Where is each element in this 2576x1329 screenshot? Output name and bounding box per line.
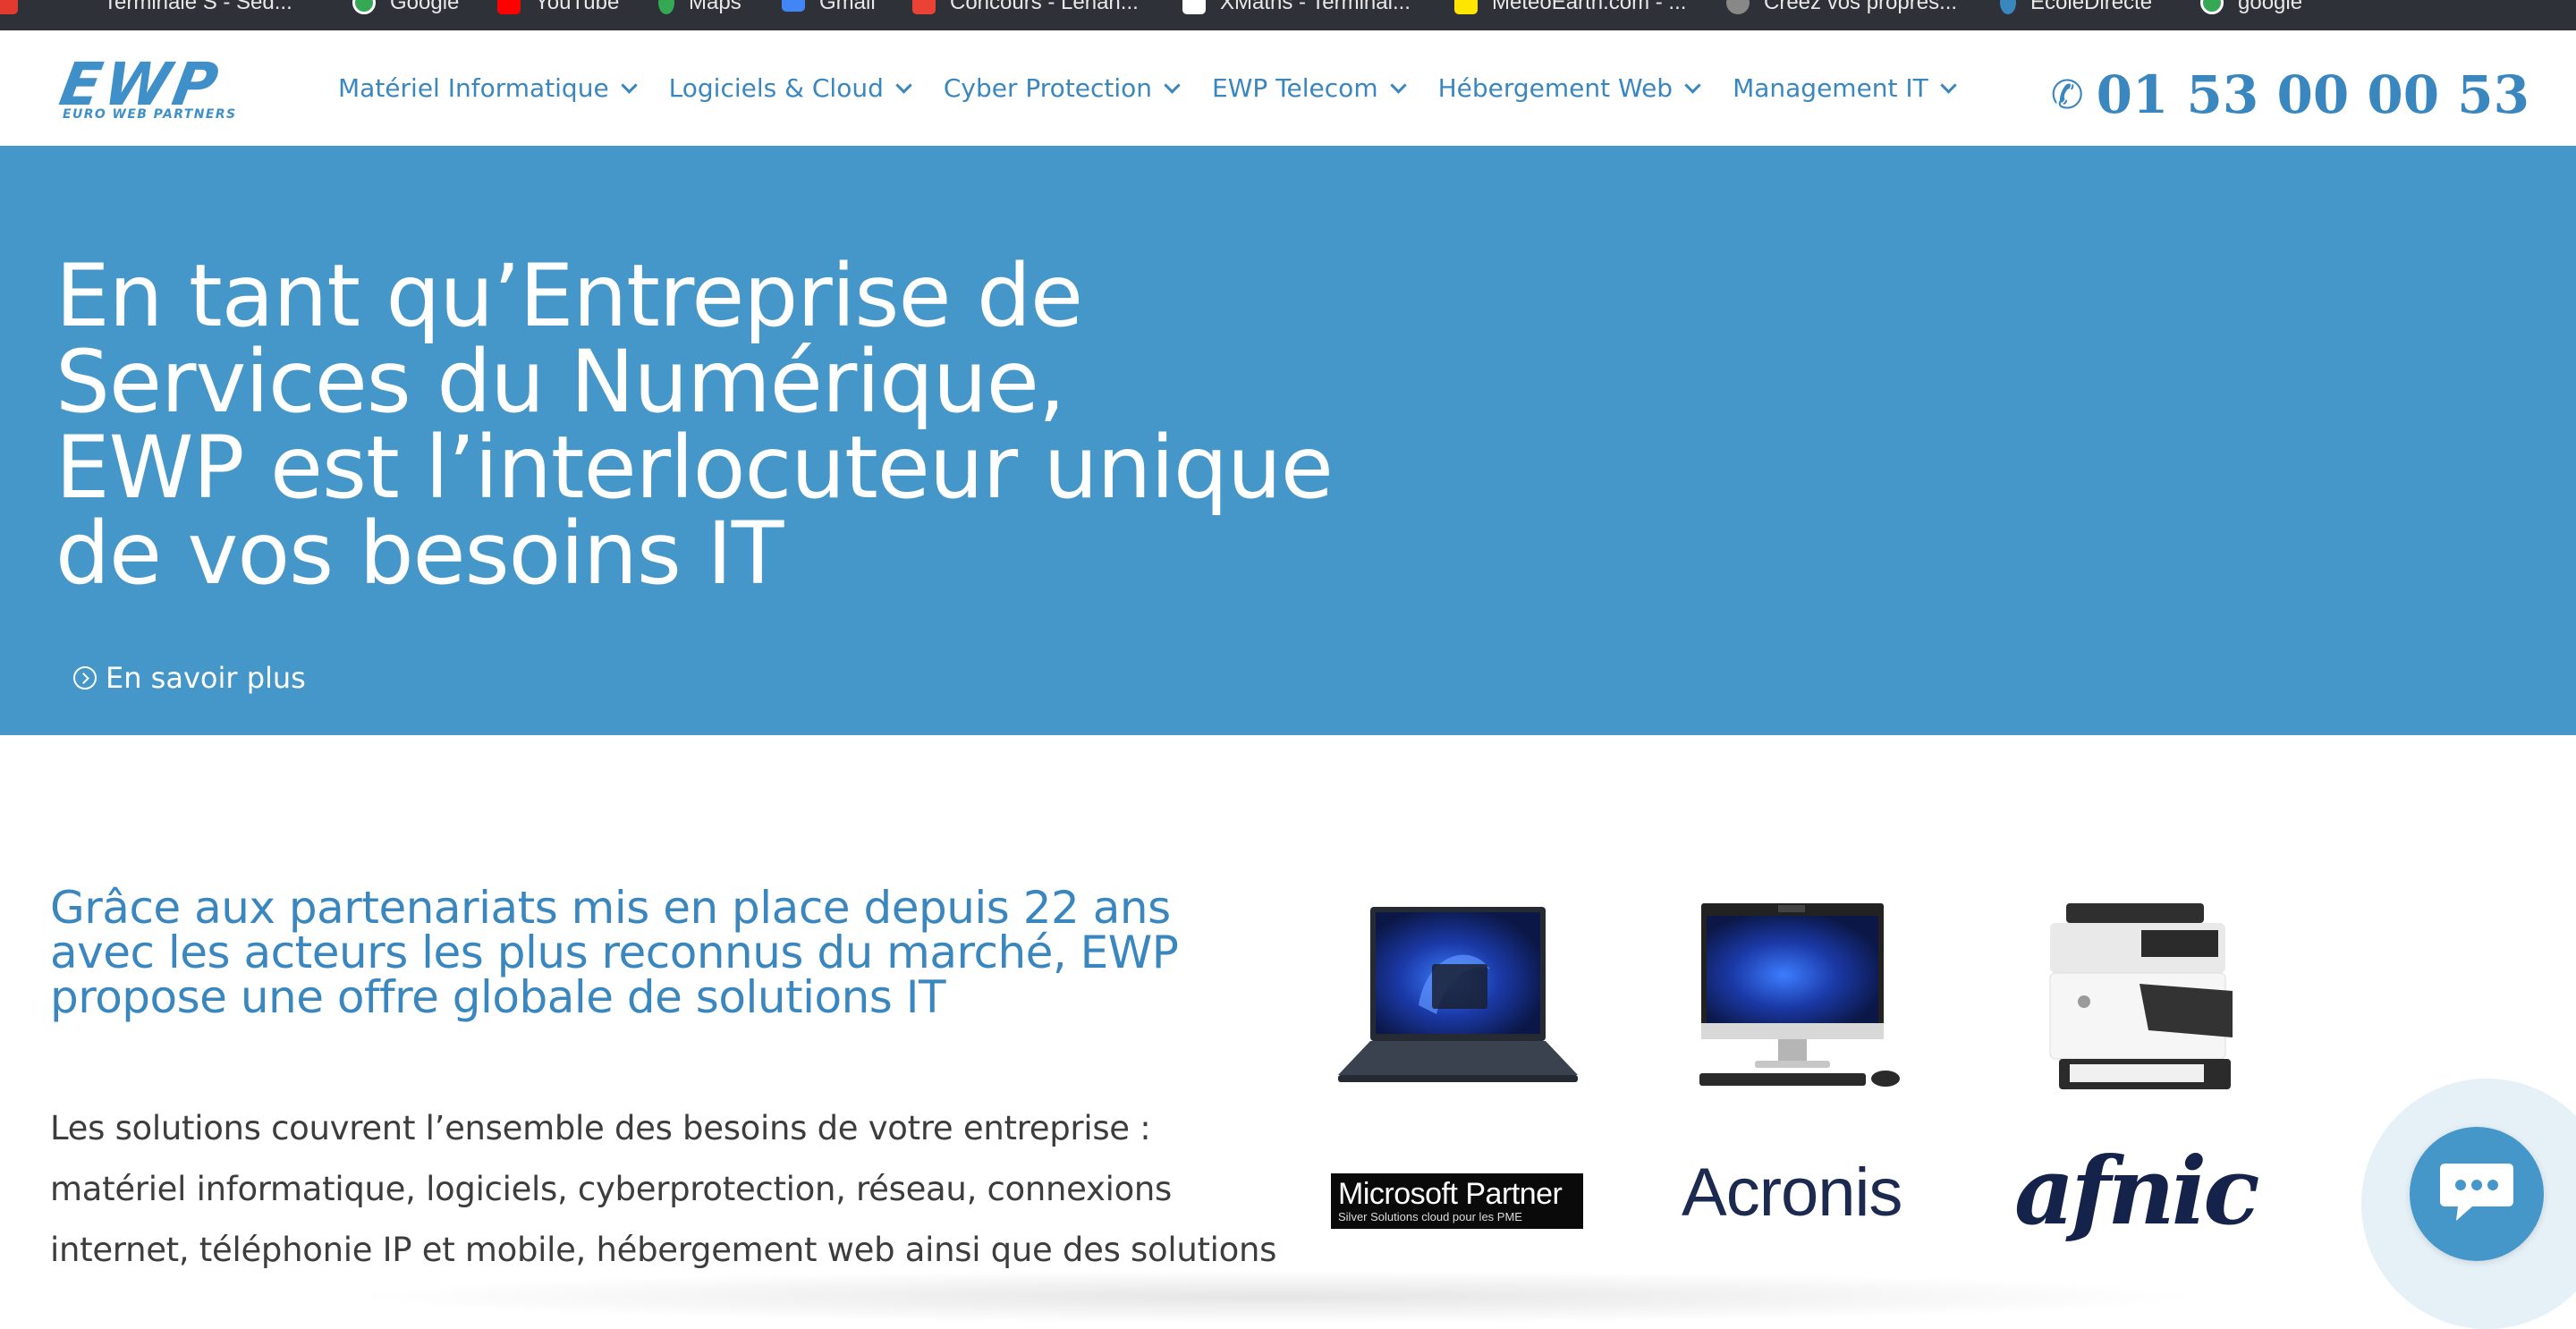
microsoft-sub: Solutions cloud pour les PME [1370,1210,1522,1223]
bookmark-label: Gmail [819,0,876,14]
meteoearth-icon [1454,0,1478,14]
logo-subtitle: EURO WEB PARTNERS [63,107,237,122]
bookmark-label: Créez vos propres... [1764,0,1958,14]
solutions-paragraph: Les solutions couvrent l’ensemble des be… [50,1098,1276,1281]
bookmark-item[interactable]: YouTube [497,0,619,18]
bookmark-item[interactable]: Créez vos propres... [1726,0,1957,18]
laptop-image [1338,907,1578,1082]
bookmark-item[interactable]: Google [352,0,459,18]
paragraph-line: matériel informatique, logiciels, cyberp… [50,1170,1173,1208]
bookmark-label: Maps [689,0,741,14]
nav-item-logiciels[interactable]: Logiciels & Cloud [668,73,912,103]
nav-item-label: EWP Telecom [1212,73,1378,103]
nav-item-label: Cyber Protection [943,73,1153,103]
ewp-logo[interactable]: EWP EURO WEB PARTNERS [55,50,295,123]
nav-item-label: Matériel Informatique [338,73,609,103]
hero-title-line: de vos besoins IT [55,504,784,604]
site-header: EWP EURO WEB PARTNERS Matériel Informati… [0,30,2576,146]
youtube-icon [497,0,521,14]
bookmark-label: EcoleDirecte [2030,0,2153,14]
printer-image [2049,903,2233,1089]
ecoledirecte-icon [2000,0,2016,14]
main-nav: Matériel Informatique Logiciels & Cloud … [338,30,1957,146]
section-shadow [340,1270,2218,1324]
microsoft-partner-name: Microsoft Partner [1338,1177,1563,1211]
bookmark-label: Google [390,0,460,14]
microsoft-partner-subtitle: Silver Solutions cloud pour les PME [1338,1211,1576,1223]
google-icon [352,0,376,14]
intro-line: avec les acteurs les plus reconnus du ma… [50,927,1179,978]
chevron-down-icon [620,77,638,94]
bookmarks-bar: Terminale S - Sed... Google YouTube Maps… [0,0,2576,30]
bookmark-item[interactable]: Terminale S - Sed... [0,0,292,18]
microsoft-partner-logo: Microsoft Partner Silver Solutions cloud… [1331,1173,1583,1229]
nav-item-hebergement[interactable]: Hébergement Web [1437,73,1701,103]
nav-item-label: Management IT [1733,73,1928,103]
hero-title-line: Services du Numérique, [55,332,1065,432]
nav-item-materiel[interactable]: Matériel Informatique [338,73,638,103]
maps-pin-icon [658,0,674,14]
bookmark-item[interactable]: google [2200,0,2302,18]
chevron-down-icon [1940,77,1957,94]
phone-number: 01 53 00 00 53 [2096,64,2529,125]
xmaths-icon [1182,0,1206,14]
bookmark-label: google [2238,0,2303,14]
afnic-logo: afnic [2014,1136,2260,1246]
chevron-down-icon [1164,77,1181,94]
bookmark-label: Concours - Lenan... [950,0,1139,14]
google-icon [2200,0,2224,14]
bookmark-label: YouTube [535,0,620,14]
bookmark-label: XMaths - Terminal... [1220,0,1411,14]
chevron-down-icon [1684,77,1701,94]
paragraph-line: Les solutions couvrent l’ensemble des be… [50,1109,1151,1147]
gmail-icon [782,0,805,12]
calendar-icon [912,0,936,14]
cta-label: En savoir plus [106,661,306,695]
phone-icon: ✆ [2050,72,2084,118]
all-in-one-pc-image [1699,903,1900,1087]
bookmark-item[interactable]: EcoleDirecte [2000,0,2152,18]
bookmark-item[interactable]: MeteoEarth.com - ... [1454,0,1686,18]
hero-title: En tant qu’Entreprise de Services du Num… [55,246,1334,604]
nav-item-label: Logiciels & Cloud [668,73,884,103]
bookmark-item[interactable]: Gmail [782,0,876,18]
hero-title-line: EWP est l’interlocuteur unique [55,418,1334,518]
en-savoir-plus-link[interactable]: En savoir plus [73,661,306,695]
chat-button[interactable] [2410,1127,2544,1261]
phone-link[interactable]: ✆ 01 53 00 00 53 [2051,64,2529,125]
bookmark-item[interactable]: XMaths - Terminal... [1182,0,1411,18]
intro-line: Grâce aux partenariats mis en place depu… [50,882,1171,934]
circle-arrow-right-icon [73,666,97,690]
hero-banner: En tant qu’Entreprise de Services du Num… [0,146,2576,735]
chat-bubble-icon [2440,1164,2513,1221]
bookmark-item[interactable]: Maps [658,0,741,18]
nav-item-cyber[interactable]: Cyber Protection [943,73,1181,103]
microsoft-tier: Silver [1338,1210,1368,1223]
chevron-down-icon [895,77,912,94]
nav-item-telecom[interactable]: EWP Telecom [1212,73,1407,103]
bookmark-item[interactable]: Concours - Lenan... [912,0,1139,18]
globe-icon [1726,0,1750,14]
hero-title-line: En tant qu’Entreprise de [55,246,1083,346]
chevron-down-icon [1389,77,1407,94]
logo-wordmark: EWP [55,50,227,119]
bookmark-label: MeteoEarth.com - ... [1492,0,1687,14]
nav-item-label: Hébergement Web [1437,73,1674,103]
intro-heading: Grâce aux partenariats mis en place depu… [50,885,1302,1020]
red-bookmark-icon [0,0,18,14]
bookmark-label: Terminale S - Sed... [104,0,292,14]
intro-line: propose une offre globale de solutions I… [50,971,946,1023]
nav-item-management[interactable]: Management IT [1733,73,1957,103]
acronis-logo: Acronis [1682,1155,1902,1231]
